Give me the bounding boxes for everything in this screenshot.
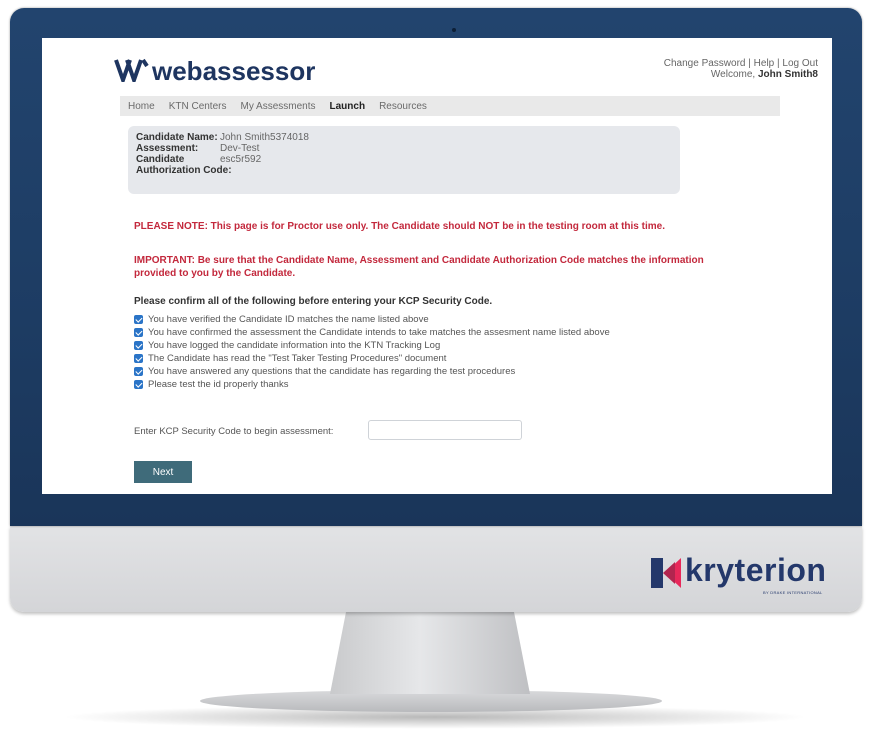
link-separator: | (748, 58, 751, 69)
confirmation-checklist: You have verified the Candidate ID match… (134, 313, 610, 391)
nav-my-assessments[interactable]: My Assessments (240, 101, 315, 112)
user-name: John Smith8 (757, 69, 818, 80)
important-note: IMPORTANT: Be sure that the Candidate Na… (134, 254, 734, 280)
monitor-stand (330, 612, 530, 694)
checklist-item: You have confirmed the assessment the Ca… (134, 326, 610, 339)
security-code-label: Enter KCP Security Code to begin assessm… (134, 426, 334, 437)
info-row: Candidate Name: John Smith5374018 (136, 132, 672, 143)
welcome-text: Welcome, (710, 69, 756, 80)
nav-home[interactable]: Home (128, 101, 155, 112)
checklist-item: You have logged the candidate informatio… (134, 339, 610, 352)
confirm-heading: Please confirm all of the following befo… (134, 296, 493, 307)
checklist-item-label: You have confirmed the assessment the Ca… (148, 327, 610, 338)
candidate-name-label: Candidate Name: (136, 132, 218, 143)
checklist-item: You have answered any questions that the… (134, 365, 610, 378)
nav-ktn-centers[interactable]: KTN Centers (169, 101, 227, 112)
security-code-input[interactable] (368, 420, 522, 440)
help-link[interactable]: Help (754, 58, 775, 69)
proctor-note: PLEASE NOTE: This page is for Proctor us… (134, 221, 665, 232)
next-button[interactable]: Next (134, 461, 192, 483)
kryterion-mark-icon (651, 558, 681, 588)
authorization-code-label: Authorization Code: (136, 165, 232, 176)
log-out-link[interactable]: Log Out (782, 58, 818, 69)
checklist-item-label: You have answered any questions that the… (148, 366, 516, 377)
info-row: Authorization Code: (136, 165, 672, 176)
important-note-line: IMPORTANT: Be sure that the Candidate Na… (134, 255, 704, 266)
main-nav: Home KTN Centers My Assessments Launch R… (120, 96, 780, 116)
candidate-name-value: John Smith5374018 (220, 132, 309, 143)
checklist-item-label: You have logged the candidate informatio… (148, 340, 441, 351)
checklist-item-label: You have verified the Candidate ID match… (148, 314, 429, 325)
brand-subtitle: BY DRAKE INTERNATIONAL (763, 590, 823, 595)
checklist-item: Please test the id properly thanks (134, 378, 610, 391)
checklist-item-label: Please test the id properly thanks (148, 379, 289, 390)
info-row: Assessment: Dev-Test (136, 143, 672, 154)
webassessor-mark-icon (114, 58, 149, 82)
browser-page: webassessor Change Password | Help | Log… (42, 38, 832, 494)
assessment-value: Dev-Test (220, 143, 260, 154)
checkbox-checked[interactable] (134, 367, 143, 376)
assessment-label: Assessment: (136, 143, 199, 154)
logo-text: webassessor (152, 56, 316, 86)
kryterion-logo: kryterion BY DRAKE INTERNATIONAL (651, 552, 841, 602)
checkbox-checked[interactable] (134, 328, 143, 337)
camera-dot (452, 28, 456, 32)
nav-launch[interactable]: Launch (330, 101, 366, 112)
authorization-code-value: esc5r592 (220, 154, 262, 165)
brand-name: kryterion (685, 552, 827, 588)
checklist-item: You have verified the Candidate ID match… (134, 313, 610, 326)
checkbox-checked[interactable] (134, 315, 143, 324)
account-links: Change Password | Help | Log Out Welcome… (664, 58, 818, 80)
info-row: Candidate esc5r592 (136, 154, 672, 165)
candidate-info-panel: Candidate Name: John Smith5374018 Assess… (128, 126, 680, 194)
nav-resources[interactable]: Resources (379, 101, 427, 112)
checklist-item-label: The Candidate has read the "Test Taker T… (148, 353, 447, 364)
checkbox-checked[interactable] (134, 354, 143, 363)
checkbox-checked[interactable] (134, 380, 143, 389)
change-password-link[interactable]: Change Password (664, 58, 746, 69)
link-separator: | (777, 58, 780, 69)
candidate-label: Candidate (136, 154, 185, 165)
checkbox-checked[interactable] (134, 341, 143, 350)
checklist-item: The Candidate has read the "Test Taker T… (134, 352, 610, 365)
important-note-line: provided to you by the Candidate. (134, 268, 296, 279)
